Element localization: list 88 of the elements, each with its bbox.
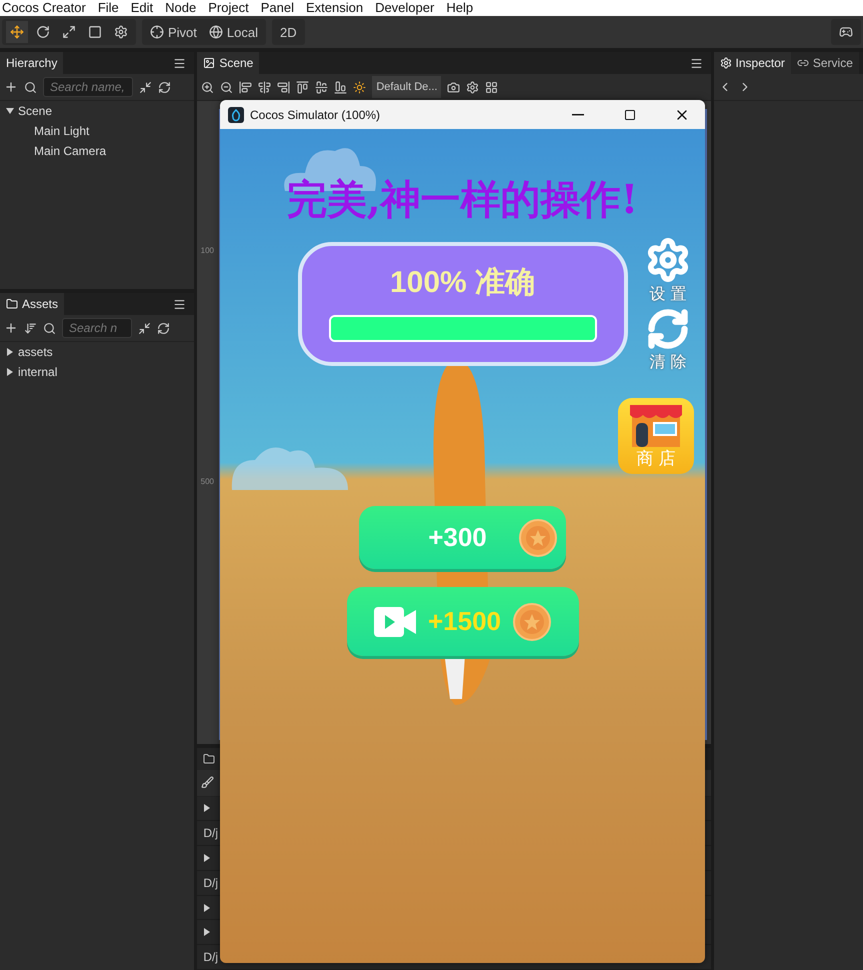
folder-icon — [203, 752, 216, 765]
camera-dropdown[interactable]: Default De... — [372, 76, 442, 98]
align-icon — [315, 80, 328, 94]
tree-item[interactable]: assets — [18, 345, 53, 359]
console-tab[interactable] — [197, 748, 222, 770]
menu-icon — [690, 56, 703, 70]
tree-item[interactable]: Main Light — [34, 124, 90, 138]
expand-toggle-icon[interactable] — [6, 369, 14, 375]
collapse-icon — [139, 80, 152, 94]
expand-toggle-icon[interactable] — [203, 904, 212, 911]
menu-item[interactable]: Node — [165, 0, 196, 16]
refresh-icon — [646, 307, 690, 351]
zoom-out-icon — [220, 80, 234, 94]
refresh-icon — [158, 80, 171, 94]
ruler-label: 500 — [200, 477, 214, 486]
move-arrows-icon — [10, 25, 24, 39]
sun-icon — [353, 80, 366, 94]
panel-tab[interactable]: Inspector — [714, 52, 791, 74]
menu-item[interactable]: Edit — [130, 0, 154, 16]
log-path: D/j — [203, 826, 218, 840]
window-title: Cocos Simulator (100%) — [250, 108, 382, 122]
app-logo-icon — [228, 106, 244, 122]
image-icon — [203, 57, 216, 69]
refresh-icon — [157, 322, 170, 334]
tree-item[interactable]: Main Camera — [34, 144, 106, 158]
log-path: D/j — [203, 876, 218, 890]
tree-item[interactable]: internal — [18, 365, 58, 379]
align-icon — [258, 80, 272, 94]
maximize-icon — [624, 108, 636, 120]
expand-toggle-icon[interactable] — [203, 929, 212, 936]
settings-icon — [466, 80, 480, 94]
pivot-button[interactable]: Pivot — [146, 21, 201, 43]
zoom-in-icon — [201, 80, 214, 94]
log-path: D/j — [203, 950, 218, 964]
grid-icon — [485, 80, 498, 94]
expand-arrows-icon — [62, 25, 76, 39]
camera-icon — [447, 80, 460, 94]
menu-item[interactable]: Extension — [306, 0, 364, 16]
add-icon — [4, 321, 18, 335]
add-icon — [4, 80, 18, 94]
menu-icon — [173, 56, 186, 70]
brush-icon — [201, 776, 214, 790]
align-icon — [277, 80, 290, 94]
coin-icon — [518, 518, 557, 556]
expand-toggle-icon[interactable] — [6, 108, 14, 114]
menu-icon — [173, 298, 186, 310]
menu-item[interactable]: Cocos Creator — [2, 0, 86, 16]
menu-item[interactable]: File — [98, 0, 119, 16]
search-field[interactable]: Search name, — [43, 77, 133, 97]
accuracy-text: 100% 准确 — [390, 265, 536, 301]
menu-item[interactable]: Help — [446, 0, 474, 16]
shop-icon — [628, 403, 684, 447]
search-icon — [43, 322, 56, 334]
expand-toggle-icon[interactable] — [203, 855, 212, 862]
rotate-icon — [36, 25, 50, 39]
globe-icon — [208, 25, 223, 39]
scene-tab[interactable]: Scene — [197, 52, 260, 74]
expand-toggle-icon[interactable] — [203, 805, 212, 812]
ruler-label: 100 — [200, 246, 214, 255]
align-icon — [239, 80, 252, 94]
settings-icon — [645, 237, 691, 283]
menu-item[interactable]: Panel — [260, 0, 294, 16]
collapse-icon — [138, 322, 151, 334]
square-icon — [88, 25, 102, 39]
minimize-icon — [572, 114, 584, 116]
menu-item[interactable]: Developer — [375, 0, 434, 16]
align-icon — [296, 80, 310, 94]
gamepad-icon — [839, 25, 853, 39]
search-field[interactable]: Search n — [62, 318, 132, 338]
result-headline: 完美,神一样的操作! — [286, 175, 638, 225]
tree-item[interactable]: Scene — [18, 104, 52, 118]
crosshair-icon — [150, 25, 164, 39]
settings-icon — [114, 25, 128, 39]
panel-tab[interactable]: Service — [790, 52, 859, 74]
sort-icon — [24, 322, 37, 334]
search-icon — [24, 80, 37, 94]
video-camera-icon — [374, 606, 416, 636]
menu-item[interactable]: Project — [208, 0, 249, 16]
move-tool-button[interactable] — [6, 21, 28, 43]
hierarchy-tab[interactable]: Hierarchy — [0, 52, 64, 74]
settings-icon — [720, 57, 732, 69]
assets-tab[interactable]: Assets — [0, 293, 64, 315]
local-button[interactable]: Local — [204, 21, 262, 43]
coin-icon — [513, 602, 552, 640]
expand-toggle-icon[interactable] — [6, 349, 14, 355]
link-icon — [796, 57, 809, 69]
align-icon — [334, 80, 348, 94]
folder-icon — [6, 298, 18, 310]
